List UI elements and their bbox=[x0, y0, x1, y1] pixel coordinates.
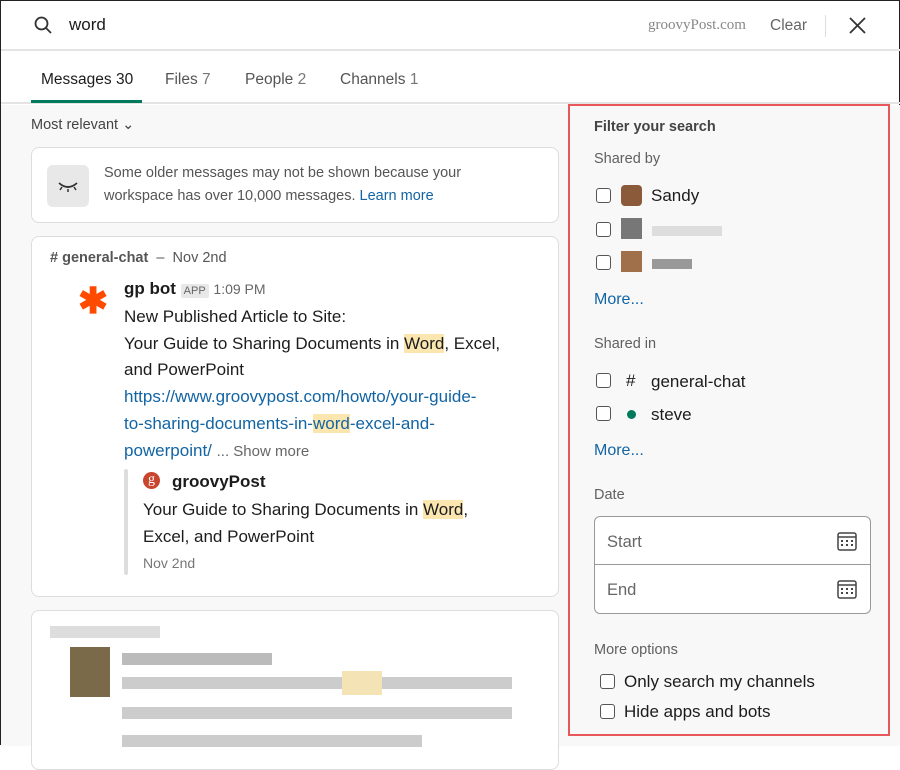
search-icon bbox=[34, 16, 52, 34]
avatar-redacted bbox=[621, 251, 642, 272]
close-icon[interactable] bbox=[849, 17, 866, 34]
tab-people[interactable]: People 2 bbox=[245, 71, 306, 89]
groovypost-icon: g bbox=[143, 472, 160, 489]
end-date-field[interactable]: End bbox=[594, 565, 871, 614]
calendar-icon[interactable] bbox=[837, 531, 857, 551]
filter-title: Filter your search bbox=[594, 119, 716, 135]
redacted-highlight bbox=[342, 671, 382, 695]
chevron-down-icon: ⌄ bbox=[122, 117, 135, 133]
checkbox-hide-bots[interactable] bbox=[600, 704, 615, 719]
message-card-redacted[interactable] bbox=[31, 610, 559, 770]
search-input[interactable]: word bbox=[69, 15, 106, 35]
app-badge: APP bbox=[180, 284, 209, 298]
avatar-redacted bbox=[621, 218, 642, 239]
checkbox-only-my-channels[interactable] bbox=[600, 674, 615, 689]
tab-messages[interactable]: Messages 30 bbox=[41, 71, 133, 89]
checkbox-user-redacted[interactable] bbox=[596, 222, 611, 237]
active-tab-indicator bbox=[31, 100, 142, 103]
dm-steve[interactable]: steve bbox=[651, 405, 692, 425]
author-name[interactable]: gp bot bbox=[124, 279, 176, 298]
checkbox-user-redacted[interactable] bbox=[596, 255, 611, 270]
start-date-field[interactable]: Start bbox=[594, 516, 871, 565]
sort-dropdown[interactable]: Most relevant ⌄ bbox=[31, 117, 134, 133]
attachment-source: groovyPost bbox=[172, 472, 266, 491]
hide-bots-option[interactable]: Hide apps and bots bbox=[624, 702, 771, 722]
redacted-avatar bbox=[70, 647, 110, 697]
filter-panel: Filter your search Shared by Sandy More.… bbox=[568, 104, 890, 736]
message-card[interactable]: # general-chat – Nov 2nd ✱ gp bot APP 1:… bbox=[31, 236, 559, 597]
message-date: Nov 2nd bbox=[172, 250, 227, 266]
redacted-text bbox=[122, 707, 512, 719]
channel-link[interactable]: # general-chat bbox=[50, 250, 148, 266]
channel-general-chat[interactable]: general-chat bbox=[651, 372, 746, 392]
hash-icon: # bbox=[626, 371, 636, 390]
more-channels-link[interactable]: More... bbox=[594, 442, 644, 460]
watermark: groovyPost.com bbox=[648, 17, 746, 33]
eye-closed-icon bbox=[47, 165, 89, 207]
tab-files[interactable]: Files 7 bbox=[165, 71, 211, 89]
show-more-link[interactable]: ... Show more bbox=[217, 443, 310, 460]
calendar-icon[interactable] bbox=[837, 579, 857, 599]
more-users-link[interactable]: More... bbox=[594, 291, 644, 309]
checkbox-steve[interactable] bbox=[596, 406, 611, 421]
avatar-sandy bbox=[621, 185, 642, 206]
online-dot-icon bbox=[627, 410, 636, 419]
message-time[interactable]: 1:09 PM bbox=[213, 281, 265, 297]
zapier-icon: ✱ bbox=[78, 280, 109, 321]
learn-more-link[interactable]: Learn more bbox=[360, 188, 434, 204]
redacted-name bbox=[652, 259, 692, 269]
checkbox-general-chat[interactable] bbox=[596, 373, 611, 388]
checkbox-sandy[interactable] bbox=[596, 188, 611, 203]
only-my-channels-option[interactable]: Only search my channels bbox=[624, 672, 815, 692]
tab-channels[interactable]: Channels 1 bbox=[340, 71, 418, 89]
clear-button[interactable]: Clear bbox=[770, 17, 807, 35]
notice-banner: Some older messages may not be shown bec… bbox=[31, 147, 559, 223]
user-sandy[interactable]: Sandy bbox=[651, 186, 699, 206]
date-label: Date bbox=[594, 487, 625, 503]
notice-text: Some older messages may not be shown bec… bbox=[104, 165, 462, 204]
divider bbox=[825, 15, 826, 37]
shared-in-label: Shared in bbox=[594, 336, 657, 352]
attachment-bar bbox=[124, 469, 128, 575]
message-body: New Published Article to Site: Your Guid… bbox=[124, 304, 544, 465]
attachment-text: Your Guide to Sharing Documents in Word,… bbox=[143, 500, 469, 546]
redacted-text bbox=[122, 677, 512, 689]
redacted-text bbox=[122, 735, 422, 747]
redacted-name bbox=[652, 226, 722, 236]
redacted-header bbox=[50, 626, 160, 638]
attachment-date: Nov 2nd bbox=[143, 555, 196, 571]
more-options-label: More options bbox=[594, 642, 678, 658]
article-link[interactable]: https://www.groovypost.com/howto/your-gu… bbox=[124, 384, 544, 465]
shared-by-label: Shared by bbox=[594, 151, 661, 167]
search-bar: word groovyPost.com Clear bbox=[1, 1, 900, 51]
tab-bar: Messages 30 Files 7 People 2 Channels 1 bbox=[1, 51, 900, 104]
redacted-text bbox=[122, 653, 272, 665]
